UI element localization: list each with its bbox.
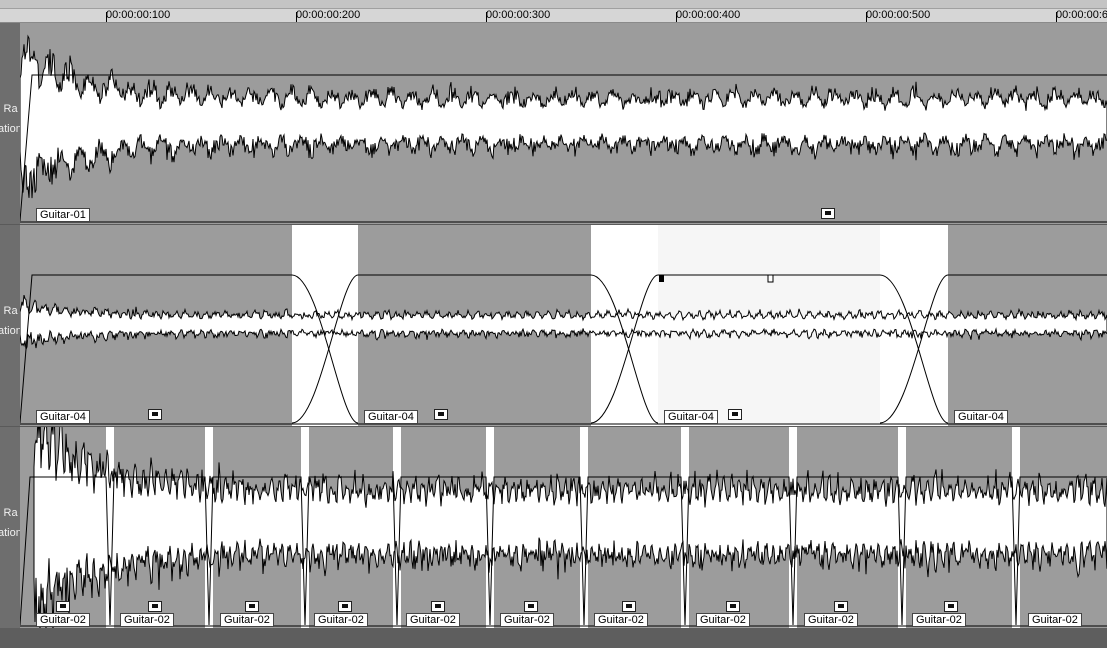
- clip-label[interactable]: Guitar-04: [36, 410, 90, 424]
- fx-plug-icon[interactable]: [728, 409, 742, 420]
- clip-label[interactable]: Guitar-02: [36, 613, 90, 627]
- track-header-line-1: l Ra: [0, 507, 18, 519]
- fx-plug-icon[interactable]: [821, 208, 835, 219]
- track-lane[interactable]: Guitar-02 Guitar-02 Guitar-02 Guitar-02 …: [20, 427, 1107, 628]
- track-lane[interactable]: Guitar-04 Guitar-04 Guitar-04 Guitar-04: [20, 225, 1107, 426]
- clip-label[interactable]: Guitar-04: [364, 410, 418, 424]
- track-header-line-1: l Ra: [0, 305, 18, 317]
- track-guitar-04: l Ra ation Guitar-04 Guitar-04 Guitar-04…: [0, 225, 1107, 426]
- waveform: [33, 427, 1107, 628]
- crossfade-in-curve[interactable]: [291, 274, 659, 424]
- ruler-label-200: 00:00:00:200: [296, 9, 361, 21]
- fx-plug-icon[interactable]: [148, 601, 162, 612]
- fx-plug-icon[interactable]: [434, 409, 448, 420]
- ruler-label-500: 00:00:00:500: [866, 9, 931, 21]
- clip-label[interactable]: Guitar-04: [664, 410, 718, 424]
- fx-plug-icon[interactable]: [944, 601, 958, 612]
- clip-label[interactable]: Guitar-02: [1028, 613, 1082, 627]
- clip-label[interactable]: Guitar-02: [314, 613, 368, 627]
- envelope-handle[interactable]: [767, 274, 774, 283]
- horizontal-scrollbar[interactable]: [0, 628, 1107, 648]
- waveform-layer: [20, 274, 1107, 425]
- clip-label[interactable]: Guitar-02: [500, 613, 554, 627]
- fx-plug-icon[interactable]: [726, 601, 740, 612]
- track-header[interactable]: l Ra ation: [0, 427, 20, 628]
- clip-label[interactable]: Guitar-02: [406, 613, 460, 627]
- track-guitar-01: l Ra ation Guitar-01: [0, 23, 1107, 224]
- track-header-line-2: ation: [0, 527, 20, 539]
- clip-label[interactable]: Guitar-02: [594, 613, 648, 627]
- ruler-label-400: 00:00:00:400: [676, 9, 741, 21]
- fx-plug-icon[interactable]: [524, 601, 538, 612]
- clip-label[interactable]: Guitar-02: [804, 613, 858, 627]
- clip-label[interactable]: Guitar-01: [36, 208, 90, 222]
- track-header-line-2: ation: [0, 325, 20, 337]
- fx-plug-icon[interactable]: [245, 601, 259, 612]
- fx-plug-icon[interactable]: [56, 601, 70, 612]
- track-header[interactable]: l Ra ation: [0, 225, 20, 426]
- waveform-layer: [20, 427, 1107, 628]
- clip-label[interactable]: Guitar-02: [912, 613, 966, 627]
- fx-plug-icon[interactable]: [148, 409, 162, 420]
- volume-envelope[interactable]: [20, 74, 1107, 222]
- track-header-line-2: ation: [0, 123, 20, 135]
- fx-plug-icon[interactable]: [338, 601, 352, 612]
- track-header-line-1: l Ra: [0, 103, 18, 115]
- fx-plug-icon[interactable]: [431, 601, 445, 612]
- timeline-ruler[interactable]: 00:00:00:100 00:00:00:200 00:00:00:300 0…: [0, 0, 1107, 23]
- waveform-layer: [20, 34, 1107, 223]
- ruler-label-300: 00:00:00:300: [486, 9, 551, 21]
- envelope-handle[interactable]: [659, 275, 664, 282]
- volume-envelope[interactable]: [20, 274, 359, 424]
- track-lane[interactable]: Guitar-01: [20, 23, 1107, 224]
- track-guitar-02: l Ra ation Guitar-02 Guitar-02 Guitar-02…: [0, 427, 1107, 628]
- ruler-label-100: 00:00:00:100: [106, 9, 171, 21]
- waveform: [20, 294, 1107, 352]
- fx-plug-icon[interactable]: [834, 601, 848, 612]
- crossfade-in-curve[interactable]: [879, 274, 1107, 424]
- clip-label[interactable]: Guitar-04: [954, 410, 1008, 424]
- ruler-top-strip: [0, 0, 1107, 9]
- clip-label[interactable]: Guitar-02: [120, 613, 174, 627]
- clip-label[interactable]: Guitar-02: [696, 613, 750, 627]
- track-header[interactable]: l Ra ation: [0, 23, 20, 224]
- waveform: [20, 34, 1107, 199]
- fx-plug-icon[interactable]: [622, 601, 636, 612]
- ruler-label-600: 00:00:00:6: [1056, 9, 1107, 21]
- clip-label[interactable]: Guitar-02: [220, 613, 274, 627]
